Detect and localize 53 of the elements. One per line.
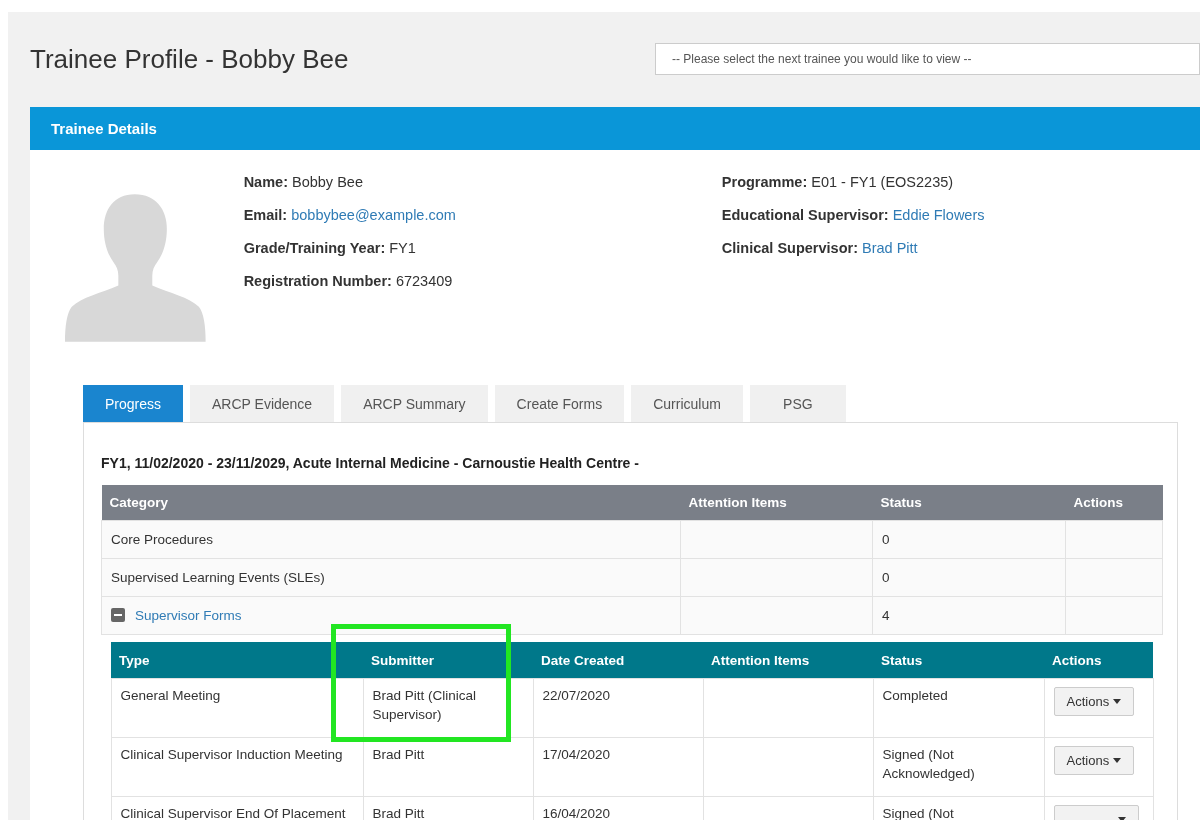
tab[interactable]: Curriculum xyxy=(631,385,743,422)
column-header: Type xyxy=(119,652,150,668)
actions-button[interactable]: Actions xyxy=(1053,746,1135,775)
detail-line: Grade/Training Year: FY1 xyxy=(243,239,417,258)
detail-line: Clinical Supervisor: Brad Pitt xyxy=(721,239,919,258)
column-header: Status xyxy=(881,652,923,668)
table-cell: Supervised Learning Events (SLEs) xyxy=(111,570,325,585)
placement-title: FY1, 11/02/2020 - 23/11/2029, Acute Internal Medicine - Carnoustie Health Centre - xyxy=(101,455,640,471)
category-link[interactable]: Supervisor Forms xyxy=(135,608,242,623)
detail-line: Programme: E01 - FY1 (EOS2235) xyxy=(721,173,955,192)
table-cell: Brad Pitt xyxy=(372,747,425,762)
column-header: Status xyxy=(872,485,1066,521)
detail-line: Educational Supervisor: Eddie Flowers xyxy=(721,206,986,225)
table-cell: Signed (Not Acknowledged) xyxy=(882,747,975,781)
panel-header: Trainee Details xyxy=(30,107,1200,150)
table-cell: 0 xyxy=(882,532,890,547)
column-header: Category xyxy=(101,485,681,521)
tab[interactable]: Progress xyxy=(83,385,184,422)
table-cell: Completed xyxy=(882,688,948,703)
column-header: Attention Items xyxy=(680,485,873,521)
column-header: Date Created xyxy=(541,652,625,668)
collapse-icon[interactable] xyxy=(111,608,125,622)
detail-line: Name: Bobby Bee xyxy=(243,173,364,192)
detail-link[interactable]: Eddie Flowers xyxy=(892,207,985,223)
caret-icon xyxy=(1113,699,1122,704)
detail-link[interactable]: Brad Pitt xyxy=(862,240,918,256)
column-header: Attention Items xyxy=(711,652,810,668)
tab[interactable]: Create Forms xyxy=(494,385,625,422)
tab[interactable]: PSG xyxy=(749,385,846,422)
page-title: Trainee Profile - Bobby Bee xyxy=(30,43,349,75)
table-cell: Brad Pitt (Clinical Supervisor) xyxy=(372,688,477,722)
column-header: Submitter xyxy=(371,652,434,668)
caret-icon xyxy=(1113,758,1122,763)
table-cell: 16/04/2020 xyxy=(542,806,611,820)
column-header: Actions xyxy=(1065,485,1163,521)
table-cell: Clinical Supervisor Induction Meeting xyxy=(120,747,343,762)
trainee-select[interactable]: -- Please select the next trainee you would like to view -- xyxy=(655,43,1200,75)
detail-line: Registration Number: 6723409 xyxy=(243,272,454,291)
table-cell: Brad Pitt xyxy=(372,806,425,820)
table-cell: General Meeting xyxy=(120,688,221,703)
actions-button[interactable]: Actions xyxy=(1053,687,1135,716)
table-cell: 4 xyxy=(882,608,890,623)
detail-line: Email: bobbybee@example.com xyxy=(243,206,457,225)
table-cell: Clinical Supervisor End Of Placement xyxy=(120,806,346,820)
tab[interactable]: ARCP Summary xyxy=(341,385,488,422)
detail-link[interactable]: bobbybee@example.com xyxy=(291,207,456,223)
table-cell: 0 xyxy=(882,570,890,585)
table-cell: 17/04/2020 xyxy=(542,747,611,762)
column-header: Actions xyxy=(1052,652,1102,668)
table-cell: Signed (Not xyxy=(882,806,954,820)
tab[interactable]: ARCP Evidence xyxy=(190,385,335,422)
table-cell: Core Procedures xyxy=(111,532,214,547)
table-cell: 22/07/2020 xyxy=(542,688,611,703)
